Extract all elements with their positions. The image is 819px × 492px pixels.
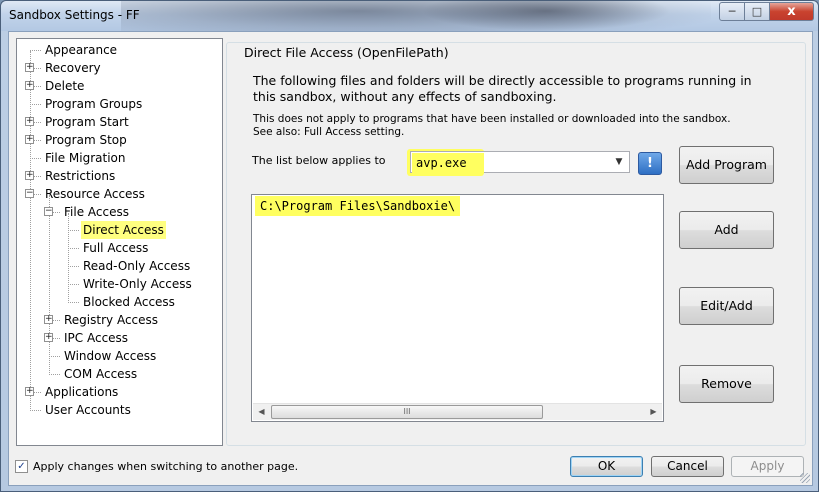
tree-line <box>30 410 41 411</box>
tree-line <box>49 374 60 375</box>
add-program-button[interactable]: Add Program <box>679 146 774 184</box>
tree-line <box>30 51 31 411</box>
tree-item[interactable]: Delete <box>43 77 86 95</box>
description-text: The following files and folders will be … <box>253 73 752 104</box>
scroll-right-icon[interactable]: ▶ <box>645 404 662 420</box>
apply-on-switch-label[interactable]: Apply changes when switching to another … <box>33 460 298 473</box>
tree-line <box>68 284 79 285</box>
path-listbox[interactable]: C:\Program Files\Sandboxie\ ◀ III ▶ <box>251 194 664 422</box>
tree-item[interactable]: Full Access <box>81 239 150 257</box>
cancel-button[interactable]: Cancel <box>651 456 724 477</box>
tree-item[interactable]: Program Stop <box>43 131 129 149</box>
settings-window: Sandbox Settings - FF ─ □ x Appearance + R… <box>0 0 819 492</box>
tree-item[interactable]: Window Access <box>62 347 158 365</box>
expand-icon[interactable]: + <box>44 333 53 342</box>
info-button[interactable]: ! <box>638 152 662 175</box>
expand-icon[interactable]: + <box>25 135 34 144</box>
note-text: This does not apply to programs that hav… <box>253 113 753 139</box>
apply-on-switch-checkbox[interactable]: ✓ <box>15 460 28 473</box>
dialog-client-area: Appearance + Recovery + Delete Program Groups… <box>8 31 813 486</box>
tree-item[interactable]: User Accounts <box>43 401 133 419</box>
group-title: Direct File Access (OpenFilePath) <box>241 45 452 60</box>
settings-tree[interactable]: Appearance + Recovery + Delete Program Groups… <box>16 38 223 446</box>
tree-item[interactable]: Write-Only Access <box>81 275 194 293</box>
window-title: Sandbox Settings - FF <box>9 8 140 22</box>
expand-icon[interactable]: + <box>25 81 34 90</box>
tree-item[interactable]: Recovery <box>43 59 103 77</box>
program-combobox[interactable]: avp.exe ▼ <box>410 151 630 173</box>
program-combobox-value: avp.exe <box>412 153 484 173</box>
add-button[interactable]: Add <box>679 211 774 249</box>
tree-item[interactable]: Program Start <box>43 113 131 131</box>
tree-item[interactable]: File Migration <box>43 149 127 167</box>
apply-button[interactable]: Apply <box>731 456 804 477</box>
tree-item[interactable]: Registry Access <box>62 311 160 329</box>
caption-buttons: ─ □ x <box>719 2 814 21</box>
applies-to-label: The list below applies to <box>252 154 386 167</box>
scroll-left-icon[interactable]: ◀ <box>253 404 270 420</box>
remove-button[interactable]: Remove <box>679 365 774 403</box>
minimize-button[interactable]: ─ <box>719 2 745 21</box>
tree-item[interactable]: Blocked Access <box>81 293 177 311</box>
tree-item[interactable]: Read-Only Access <box>81 257 192 275</box>
expand-icon[interactable]: + <box>25 117 34 126</box>
tree-line <box>68 266 79 267</box>
see-also-line: See also: Full Access setting. <box>253 126 405 138</box>
tree-line <box>30 50 41 51</box>
tree-line <box>68 302 79 303</box>
tree-line <box>68 213 69 303</box>
ok-button[interactable]: OK <box>570 456 643 477</box>
tree-line <box>68 248 79 249</box>
expand-icon[interactable]: + <box>25 387 34 396</box>
tree-item[interactable]: Applications <box>43 383 120 401</box>
apply-on-switch-row[interactable]: ✓ Apply changes when switching to anothe… <box>15 460 298 473</box>
maximize-button[interactable]: □ <box>745 2 770 21</box>
scroll-thumb[interactable]: III <box>271 405 543 419</box>
resize-grip[interactable] <box>800 473 810 483</box>
tree-line <box>49 356 60 357</box>
expand-icon[interactable]: + <box>25 63 34 72</box>
tree-line <box>30 158 41 159</box>
collapse-icon[interactable]: − <box>44 207 53 216</box>
tree-line <box>49 195 50 375</box>
tree-line <box>30 104 41 105</box>
expand-icon[interactable]: + <box>44 315 53 324</box>
expand-icon[interactable]: + <box>25 171 34 180</box>
dropdown-arrow-icon[interactable]: ▼ <box>611 153 627 171</box>
tree-item[interactable]: IPC Access <box>62 329 130 347</box>
tree-item[interactable]: Program Groups <box>43 95 144 113</box>
tree-item[interactable]: Direct Access <box>81 221 166 239</box>
tree-item[interactable]: COM Access <box>62 365 139 383</box>
tree-item[interactable]: Resource Access <box>43 185 147 203</box>
tree-item[interactable]: Restrictions <box>43 167 117 185</box>
tree-item[interactable]: File Access <box>62 203 131 221</box>
title-bar[interactable]: Sandbox Settings - FF ─ □ x <box>1 1 818 31</box>
title-bar-background-accent <box>421 1 671 31</box>
collapse-icon[interactable]: − <box>25 189 34 198</box>
horizontal-scrollbar[interactable]: ◀ III ▶ <box>253 403 662 420</box>
note-line-1: This does not apply to programs that hav… <box>253 113 731 125</box>
list-item[interactable]: C:\Program Files\Sandboxie\ <box>255 196 461 216</box>
edit-add-button[interactable]: Edit/Add <box>679 287 774 325</box>
tree-item[interactable]: Appearance <box>43 41 119 59</box>
tree-line <box>68 230 79 231</box>
close-button[interactable]: x <box>770 2 814 21</box>
